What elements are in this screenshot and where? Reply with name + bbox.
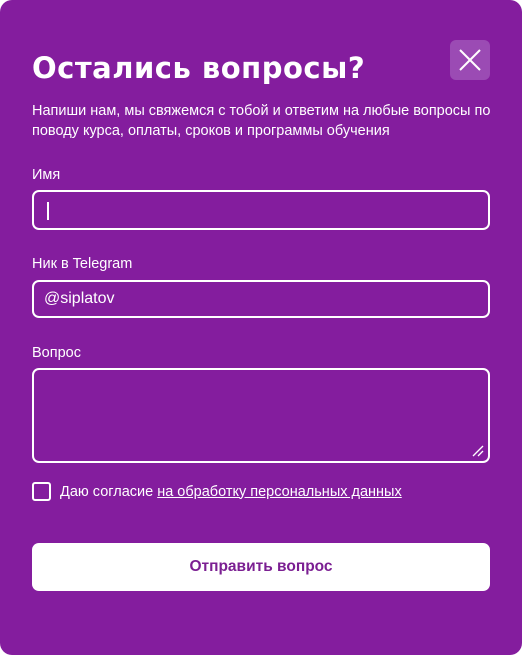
name-label: Имя [32, 167, 61, 183]
close-icon [459, 49, 481, 71]
consent-text: Даю согласие [60, 483, 154, 500]
text-caret [47, 202, 49, 220]
telegram-label: Ник в Telegram [32, 256, 133, 272]
telegram-value: @siplatov [44, 290, 115, 307]
telegram-input[interactable]: @siplatov [32, 280, 490, 318]
consent-row: Даю согласие на обработку персональных д… [32, 482, 402, 501]
modal-title: Остались вопросы? [32, 51, 366, 85]
name-input[interactable] [32, 190, 490, 230]
question-textarea[interactable] [32, 368, 490, 463]
submit-button[interactable]: Отправить вопрос [32, 543, 490, 591]
question-label: Вопрос [32, 345, 81, 361]
close-button[interactable] [450, 40, 490, 80]
consent-checkbox[interactable] [32, 482, 51, 501]
resize-handle-icon[interactable] [470, 443, 484, 457]
question-modal: Остались вопросы? Напиши нам, мы свяжемс… [0, 0, 522, 655]
personal-data-link[interactable]: на обработку персональных данных [157, 483, 402, 501]
modal-subtitle: Напиши нам, мы свяжемся с тобой и ответи… [32, 103, 491, 139]
